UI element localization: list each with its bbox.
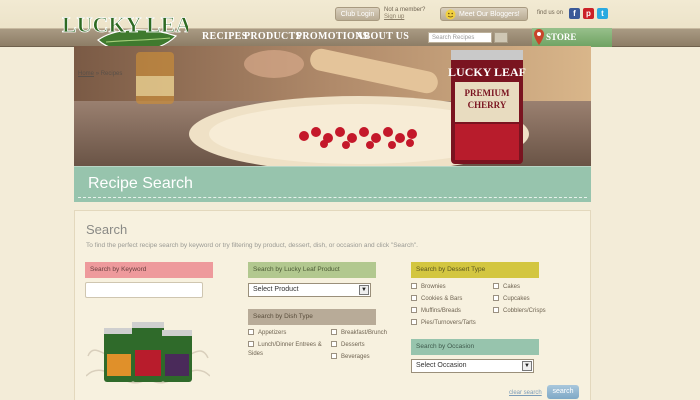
dish-checkbox-lunch-dinner[interactable]: Lunch/Dinner Entrees & Sides xyxy=(248,341,328,359)
dish-section-header: Search by Dish Type xyxy=(248,309,376,325)
chevron-down-icon: ▼ xyxy=(522,361,532,371)
search-submit-button[interactable]: search xyxy=(547,385,579,399)
nav-products[interactable]: PRODUCTS xyxy=(244,31,301,45)
search-intro-text: To find the perfect recipe search by key… xyxy=(86,242,418,249)
checkbox-label: Lunch/Dinner Entrees & Sides xyxy=(248,342,322,357)
dessert-checkbox-cookies-bars[interactable]: Cookies & Bars xyxy=(411,295,462,304)
checkbox-icon xyxy=(411,283,417,289)
clear-search-link[interactable]: clear search xyxy=(509,390,542,396)
find-us-label: find us on xyxy=(537,10,564,16)
occasion-select[interactable]: Select Occasion ▼ xyxy=(411,359,534,373)
checkbox-label: Cupcakes xyxy=(503,296,530,302)
checkbox-label: Desserts xyxy=(341,342,365,348)
checkbox-label: Brownies xyxy=(421,284,446,290)
hero-image: LUCKY LEAF PREMIUM CHERRY xyxy=(74,46,591,166)
blogger-face-icon xyxy=(445,9,456,20)
keyword-input[interactable] xyxy=(85,282,203,298)
not-member-text: Not a member? xyxy=(384,7,426,13)
dessert-checkbox-pies[interactable]: Pies/Turnovers/Tarts xyxy=(411,319,476,328)
product-select[interactable]: Select Product ▼ xyxy=(248,283,371,297)
dessert-checkbox-cupcakes[interactable]: Cupcakes xyxy=(493,295,530,304)
logo-text: LUCKY LEAF xyxy=(62,12,188,37)
occasion-select-value: Select Occasion xyxy=(416,362,467,369)
product-select-value: Select Product xyxy=(253,286,299,293)
checkbox-icon xyxy=(493,295,499,301)
checkbox-label: Pies/Turnovers/Tarts xyxy=(421,320,476,326)
checkbox-icon xyxy=(411,319,417,325)
checkbox-label: Appetizers xyxy=(258,330,287,336)
checkbox-label: Muffins/Breads xyxy=(421,308,461,314)
pinterest-icon[interactable]: p xyxy=(583,8,594,19)
nav-about-us[interactable]: ABOUT US xyxy=(356,31,409,45)
twitter-icon[interactable]: t xyxy=(597,8,608,19)
dessert-checkbox-brownies[interactable]: Brownies xyxy=(411,283,446,292)
checkbox-icon xyxy=(411,295,417,301)
hero-can-label-premium: PREMIUM xyxy=(465,88,510,98)
breadcrumb-current: Recipes xyxy=(100,71,123,77)
search-go-button[interactable] xyxy=(494,32,508,43)
checkbox-label: Cookies & Bars xyxy=(421,296,463,302)
meet-bloggers-label: Meet Our Bloggers! xyxy=(459,11,520,18)
checkbox-icon xyxy=(331,341,337,347)
dish-checkbox-breakfast[interactable]: Breakfast/Brunch xyxy=(331,329,387,338)
dessert-checkbox-cobblers[interactable]: Cobblers/Crisps xyxy=(493,307,546,316)
keyword-section-header: Search by Keyword xyxy=(85,262,213,278)
checkbox-icon xyxy=(493,307,499,313)
breadcrumb-home[interactable]: Home xyxy=(78,71,94,77)
breadcrumb-separator: » xyxy=(95,71,100,77)
search-heading: Search xyxy=(86,222,128,237)
club-login-button[interactable]: Club Login xyxy=(335,7,380,21)
hero-can-label-cherry: CHERRY xyxy=(468,100,507,110)
page-title: Recipe Search xyxy=(88,175,193,192)
checkbox-label: Cakes xyxy=(503,284,521,290)
sign-up-link[interactable]: Sign up xyxy=(384,14,404,20)
occasion-section-header: Search by Occasion xyxy=(411,339,539,355)
dish-checkbox-beverages[interactable]: Beverages xyxy=(331,353,370,362)
product-section-header: Search by Lucky Leaf Product xyxy=(248,262,376,278)
nav-recipes[interactable]: RECIPES xyxy=(202,31,247,45)
checkbox-label: Beverages xyxy=(341,354,370,360)
dessert-checkbox-cakes[interactable]: Cakes xyxy=(493,283,520,292)
hero-can-brand: LUCKY LEAF xyxy=(448,65,526,79)
checkbox-icon xyxy=(411,307,417,313)
checkbox-icon xyxy=(331,329,337,335)
dessert-section-header: Search by Dessert Type xyxy=(411,262,539,278)
facebook-icon[interactable]: f xyxy=(569,8,580,19)
checkbox-label: Breakfast/Brunch xyxy=(341,330,388,336)
product-cans-image xyxy=(86,322,210,384)
map-pin-icon xyxy=(534,29,544,45)
dish-checkbox-appetizers[interactable]: Appetizers xyxy=(248,329,286,338)
checkbox-icon xyxy=(248,329,254,335)
dish-checkbox-desserts[interactable]: Desserts xyxy=(331,341,365,350)
checkbox-icon xyxy=(493,283,499,289)
checkbox-icon xyxy=(248,341,254,347)
dessert-checkbox-muffins-breads[interactable]: Muffins/Breads xyxy=(411,307,461,316)
checkbox-icon xyxy=(331,353,337,359)
checkbox-label: Cobblers/Crisps xyxy=(503,308,546,314)
chevron-down-icon: ▼ xyxy=(359,285,369,295)
breadcrumb: Home » Recipes xyxy=(78,71,122,77)
store-locator-button[interactable]: STORE LOCATOR xyxy=(532,28,612,61)
search-recipes-input[interactable]: Search Recipes xyxy=(428,32,492,43)
